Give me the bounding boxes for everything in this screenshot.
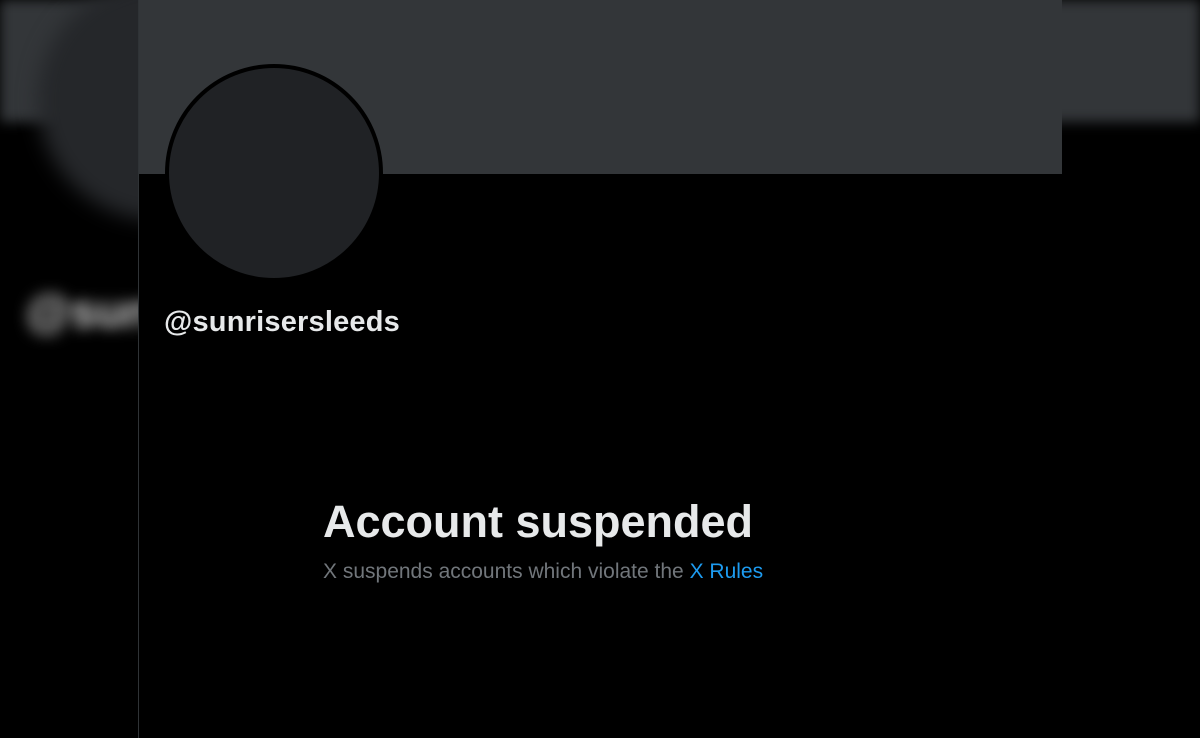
avatar[interactable]: [165, 64, 383, 282]
suspension-title: Account suspended: [323, 496, 754, 547]
screenshot-stage: @sunrisersleeds @sunrisersleeds Account …: [0, 0, 1200, 738]
profile-handle: @sunrisersleeds: [164, 306, 401, 338]
suspension-message-text: X suspends accounts which violate the: [323, 560, 684, 583]
profile-panel: @sunrisersleeds Account suspended X susp…: [138, 0, 1062, 738]
suspension-notice: Account suspended X suspends accounts wh…: [323, 494, 923, 584]
x-rules-link[interactable]: X Rules: [690, 560, 764, 583]
suspension-message: X suspends accounts which violate the X …: [323, 560, 923, 584]
